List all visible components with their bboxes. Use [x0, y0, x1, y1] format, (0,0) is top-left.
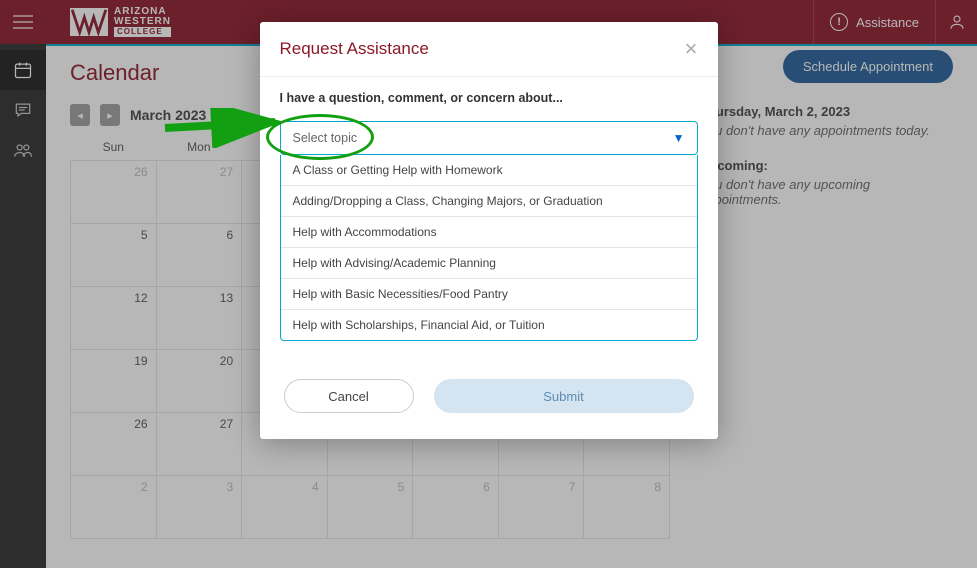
topic-option[interactable]: Help with Scholarships, Financial Aid, o… [281, 309, 697, 340]
topic-option[interactable]: Help with Accommodations [281, 216, 697, 247]
topic-option[interactable]: Adding/Dropping a Class, Changing Majors… [281, 185, 697, 216]
modal-close-button[interactable]: × [685, 36, 698, 62]
request-assistance-modal: Request Assistance × I have a question, … [260, 22, 718, 439]
cancel-button[interactable]: Cancel [284, 379, 414, 413]
topic-option[interactable]: Help with Basic Necessities/Food Pantry [281, 278, 697, 309]
chevron-down-icon: ▼ [673, 131, 685, 145]
modal-title: Request Assistance [280, 39, 429, 59]
topic-option[interactable]: A Class or Getting Help with Homework [281, 155, 697, 185]
topic-select[interactable]: Select topic ▼ [280, 121, 698, 155]
topic-option[interactable]: Help with Advising/Academic Planning [281, 247, 697, 278]
submit-button[interactable]: Submit [434, 379, 694, 413]
topic-select-placeholder: Select topic [293, 131, 358, 145]
modal-prompt: I have a question, comment, or concern a… [280, 91, 698, 105]
topic-dropdown: A Class or Getting Help with HomeworkAdd… [280, 155, 698, 341]
